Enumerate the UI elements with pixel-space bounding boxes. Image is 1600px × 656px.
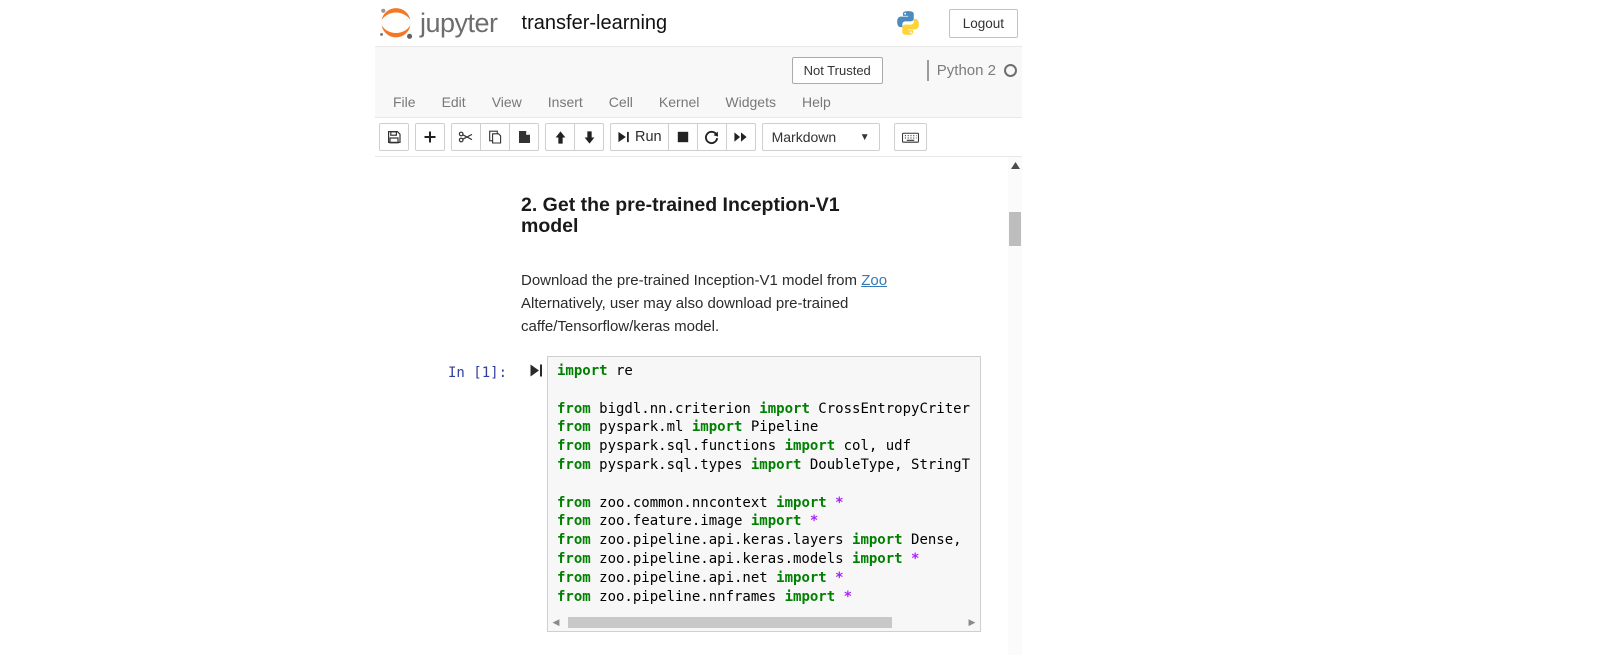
kernel-divider [927, 60, 929, 81]
menu-help[interactable]: Help [789, 88, 844, 116]
paste-icon [516, 129, 532, 145]
menu-cell[interactable]: Cell [596, 88, 646, 116]
add-cell-button[interactable] [415, 123, 445, 151]
copy-cell-button[interactable] [480, 123, 510, 151]
paragraph-text-before-link: Download the pre-trained Inception-V1 mo… [521, 272, 861, 289]
cut-icon [458, 129, 474, 145]
paste-cell-button[interactable] [509, 123, 539, 151]
stop-icon [676, 130, 690, 144]
markdown-heading: 2. Get the pre-trained Inception-V1 mode… [521, 195, 873, 237]
cut-cell-button[interactable] [451, 123, 481, 151]
scroll-up-arrow-icon[interactable] [1008, 159, 1022, 171]
input-prompt: In [1]: [448, 365, 507, 381]
jupyter-wordmark: jupyter [420, 8, 498, 39]
zoo-link[interactable]: Zoo [861, 272, 887, 289]
paragraph-text-after-link: Alternatively, user may also download pr… [521, 295, 848, 335]
menu-widgets[interactable]: Widgets [712, 88, 789, 116]
fast-forward-icon [733, 130, 748, 144]
restart-kernel-button[interactable] [697, 123, 727, 151]
run-icon [617, 130, 630, 144]
cell-type-selected: Markdown [772, 129, 837, 145]
move-up-icon [553, 130, 568, 145]
jupyter-notebook-app: jupyter transfer-learning Logout Not Tru… [375, 0, 1022, 656]
cell-type-dropdown[interactable]: Markdown ▼ [762, 123, 880, 151]
header: jupyter transfer-learning Logout [375, 0, 1022, 46]
page-vertical-scrollbar[interactable] [1008, 157, 1022, 655]
run-button-label: Run [635, 129, 662, 145]
copy-icon [487, 129, 503, 145]
move-cell-up-button[interactable] [545, 123, 575, 151]
command-palette-button[interactable] [894, 123, 927, 151]
horizontal-scroll-thumb[interactable] [568, 617, 892, 628]
code-input-area[interactable]: import re from bigdl.nn.criterion import… [547, 356, 981, 632]
scroll-right-arrow-icon[interactable]: ▶ [964, 617, 980, 628]
menu-edit[interactable]: Edit [429, 88, 479, 116]
menu-file[interactable]: File [380, 88, 429, 116]
menubar: File Edit View Insert Cell Kernel Widget… [375, 85, 1022, 118]
menu-kernel[interactable]: Kernel [646, 88, 712, 116]
move-down-icon [582, 130, 597, 145]
code-lines: import re from bigdl.nn.criterion import… [548, 357, 980, 606]
python-logo-icon [895, 10, 921, 36]
interrupt-kernel-button[interactable] [668, 123, 698, 151]
jupyter-logo[interactable]: jupyter [378, 5, 498, 41]
scroll-left-arrow-icon[interactable]: ◀ [548, 617, 564, 628]
markdown-paragraph: Download the pre-trained Inception-V1 mo… [521, 269, 917, 338]
vertical-scroll-thumb[interactable] [1009, 212, 1021, 246]
add-cell-icon [422, 129, 438, 145]
code-horizontal-scrollbar[interactable]: ◀ ▶ [548, 614, 980, 631]
kernel-name: Python 2 [937, 62, 996, 79]
menubar-container: Not Trusted Python 2 File Edit View Inse… [375, 46, 1022, 118]
restart-icon [704, 130, 719, 145]
notebook-container: 2. Get the pre-trained Inception-V1 mode… [375, 157, 1022, 655]
trust-row: Not Trusted Python 2 [375, 47, 1022, 85]
run-cell-button[interactable]: Run [610, 123, 669, 151]
save-button[interactable] [379, 123, 409, 151]
move-cell-down-button[interactable] [574, 123, 604, 151]
notebook-title[interactable]: transfer-learning [522, 12, 668, 35]
horizontal-scroll-track[interactable] [564, 616, 964, 629]
main-toolbar: Run Markdow [375, 118, 1022, 157]
menu-insert[interactable]: Insert [535, 88, 596, 116]
save-icon [386, 129, 402, 145]
run-this-cell-icon[interactable] [529, 363, 543, 378]
kernel-idle-indicator-icon [1004, 64, 1017, 77]
logout-button[interactable]: Logout [949, 9, 1018, 38]
chevron-down-icon: ▼ [860, 132, 870, 143]
trust-status-button[interactable]: Not Trusted [792, 57, 883, 84]
menu-view[interactable]: View [479, 88, 535, 116]
jupyter-logo-icon [378, 5, 414, 41]
keyboard-icon [901, 130, 920, 145]
restart-run-all-button[interactable] [726, 123, 756, 151]
